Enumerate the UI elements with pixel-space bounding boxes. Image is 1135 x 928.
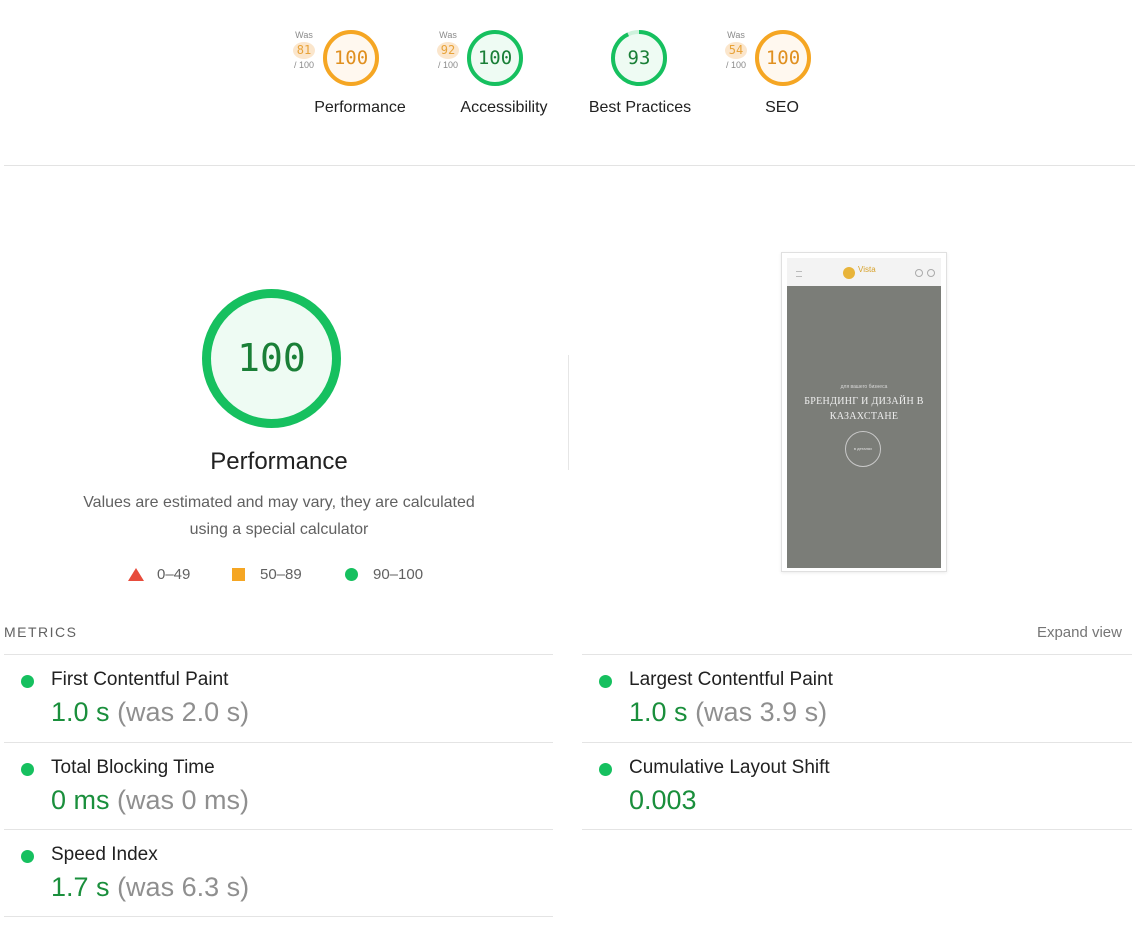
score-ring: 93 — [609, 28, 669, 88]
menu-icon — [796, 271, 802, 277]
gauge-accessibility[interactable]: Was 92 / 100 100 Accessibility — [434, 0, 574, 130]
logo-icon — [843, 267, 855, 279]
metric-value: 0.003 — [629, 785, 697, 815]
score-value: 100 — [765, 47, 801, 69]
gauge-seo[interactable]: Was 54 / 100 100 SEO — [722, 0, 862, 130]
metrics-divider — [4, 829, 553, 830]
metric-largest-contentful-paint: Largest Contentful Paint 1.0 s (was 3.9 … — [599, 656, 1119, 744]
triangle-icon — [128, 568, 144, 581]
gauge-best-practices[interactable]: 93 Best Practices — [569, 0, 709, 130]
metric-previous: (was 2.0 s) — [117, 697, 250, 727]
metric-previous: (was 6.3 s) — [117, 872, 250, 902]
metric-speed-index: Speed Index 1.7 s (was 6.3 s) — [21, 831, 541, 919]
metric-value: 0 ms — [51, 785, 110, 815]
thumbnail-circle-button: в деталях — [845, 431, 881, 467]
gauge-label: Best Practices — [588, 99, 692, 116]
metric-value: 1.0 s — [51, 697, 110, 727]
pass-dot-icon — [599, 763, 612, 776]
thumbnail-logo-text: Vista — [858, 265, 876, 274]
user-icon — [927, 269, 935, 277]
performance-title: Performance — [210, 448, 348, 475]
header-divider — [4, 165, 1135, 166]
pass-dot-icon — [21, 763, 34, 776]
section-divider — [568, 355, 569, 470]
score-ring: 100 — [753, 28, 813, 88]
legend-pass: 90–100 — [345, 566, 423, 583]
performance-score-gauge: 100 — [199, 286, 344, 431]
gauge-label: SEO — [765, 99, 799, 116]
page-screenshot-thumbnail[interactable]: Vista для вашего бизнеса БРЕНДИНГ И ДИЗА… — [781, 252, 947, 572]
metrics-divider — [582, 654, 1132, 655]
square-icon — [232, 568, 245, 581]
thumbnail-subtitle: для вашего бизнеса — [840, 384, 888, 390]
metric-previous: (was 0 ms) — [117, 785, 250, 815]
gauge-label: Accessibility — [460, 99, 548, 116]
legend-fail: 0–49 — [128, 566, 190, 583]
metric-value: 1.0 s — [629, 697, 688, 727]
performance-description: Values are estimated and may vary, they … — [83, 494, 475, 538]
metric-total-blocking-time: Total Blocking Time 0 ms (was 0 ms) — [21, 744, 541, 832]
score-ring: 100 — [321, 28, 381, 88]
score-value: 100 — [333, 47, 369, 69]
metric-first-contentful-paint: First Contentful Paint 1.0 s (was 2.0 s) — [21, 656, 541, 744]
search-icon — [915, 269, 923, 277]
thumbnail-hero: для вашего бизнеса БРЕНДИНГ И ДИЗАЙН В К… — [787, 286, 941, 568]
metric-value: 1.7 s — [51, 872, 110, 902]
legend-average: 50–89 — [232, 566, 302, 583]
metrics-divider — [582, 742, 1132, 743]
metrics-divider — [4, 742, 553, 743]
thumbnail-headline: БРЕНДИНГ И ДИЗАЙН В КАЗАХСТАНЕ — [804, 396, 924, 422]
pass-dot-icon — [21, 850, 34, 863]
metrics-divider — [4, 916, 553, 917]
pass-dot-icon — [599, 675, 612, 688]
metrics-divider — [4, 654, 553, 655]
previous-score-badge: Was 92 / 100 — [437, 30, 459, 70]
metric-previous: (was 3.9 s) — [695, 697, 828, 727]
previous-score-badge: Was 81 / 100 — [293, 30, 315, 70]
circle-icon — [345, 568, 358, 581]
expand-view-button[interactable]: Expand view — [1037, 624, 1122, 641]
gauge-performance[interactable]: Was 81 / 100 100 Performance — [290, 0, 430, 130]
score-value: 93 — [627, 47, 651, 69]
score-ring: 100 — [465, 28, 525, 88]
previous-score-badge: Was 54 / 100 — [725, 30, 747, 70]
pass-dot-icon — [21, 675, 34, 688]
metric-cumulative-layout-shift: Cumulative Layout Shift 0.003 — [599, 744, 1119, 832]
thumbnail-header: Vista — [787, 258, 941, 286]
metrics-divider — [582, 829, 1132, 830]
score-value: 100 — [477, 47, 513, 69]
gauge-label: Performance — [314, 99, 406, 116]
metrics-section-label: METRICS — [4, 624, 78, 640]
performance-score-value: 100 — [237, 336, 306, 380]
